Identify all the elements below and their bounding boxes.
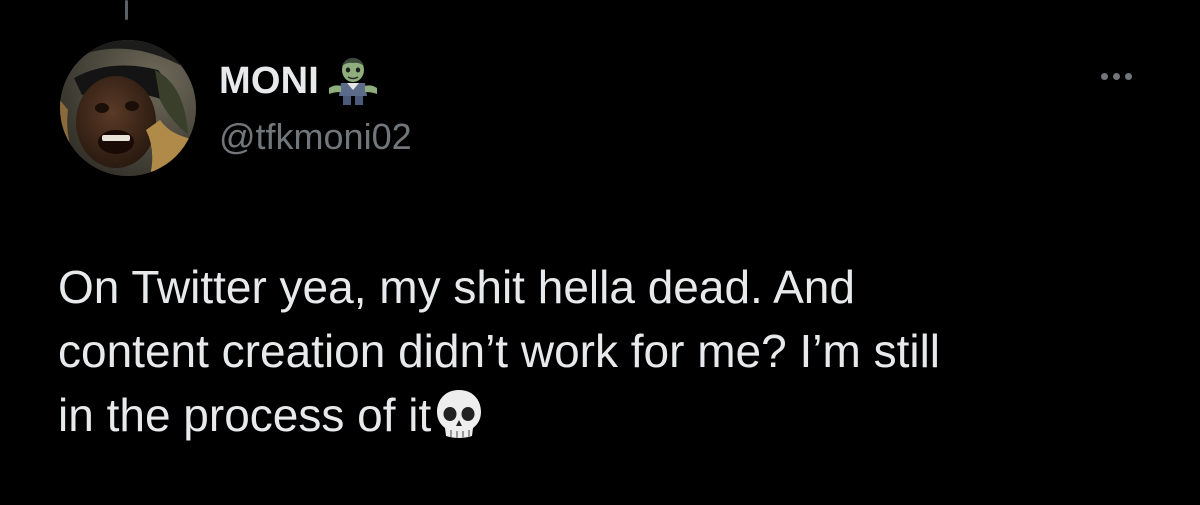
author-name-row[interactable]: MONI (219, 56, 381, 106)
avatar-photo (60, 40, 196, 176)
tweet-body: On Twitter yea, my shit hella dead. And … (58, 255, 1158, 447)
avatar[interactable] (60, 40, 196, 176)
tweet-text-line: On Twitter yea, my shit hella dead. And (58, 261, 855, 313)
more-options-button[interactable] (1092, 62, 1140, 90)
skull-emoji-icon (433, 387, 485, 441)
tweet-text-line: content creation didn’t work for me? I’m… (58, 325, 941, 377)
thread-connector-line (125, 0, 128, 20)
tweet-text-line: in the process of it (58, 389, 432, 441)
more-dot-icon (1112, 72, 1120, 80)
author-handle[interactable]: @tfkmoni02 (219, 116, 412, 158)
zombie-emoji-icon (325, 56, 381, 106)
more-dot-icon (1100, 72, 1108, 80)
author-display-name[interactable]: MONI (219, 60, 319, 103)
tweet-text-line-last: in the process of it (58, 383, 1158, 447)
more-dot-icon (1124, 72, 1132, 80)
